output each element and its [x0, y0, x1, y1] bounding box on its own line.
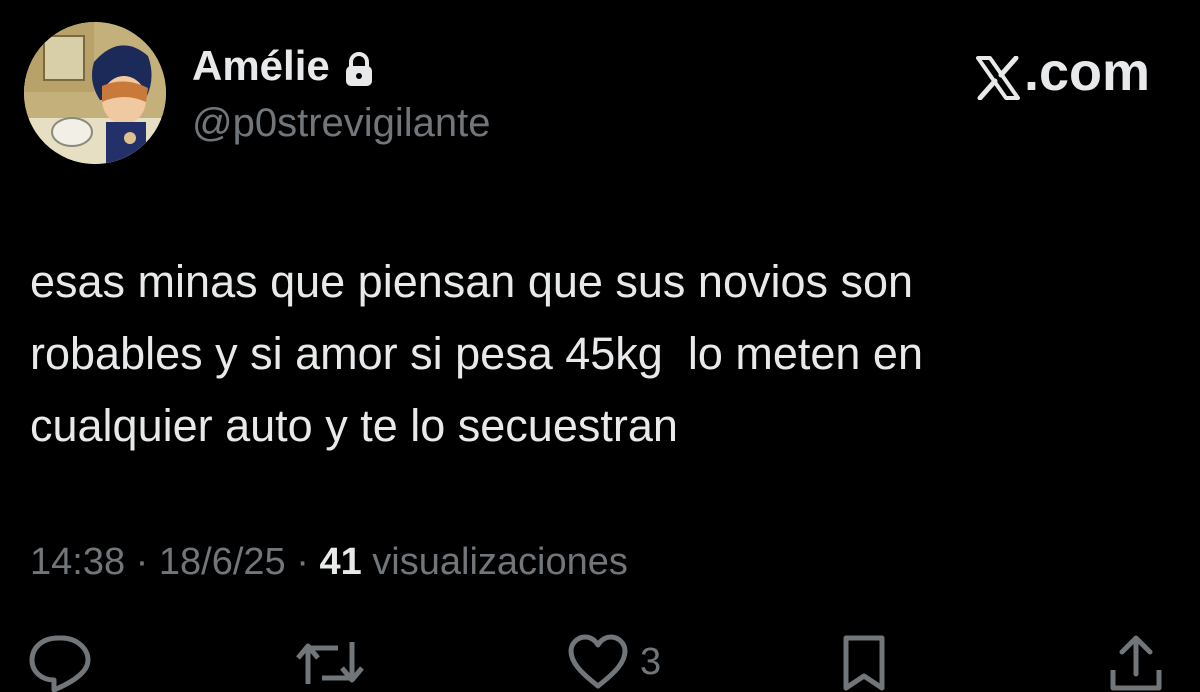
- avatar-image: [24, 22, 166, 164]
- reply-button[interactable]: [28, 634, 92, 692]
- tweet-text-line: cualquier auto y te lo secuestran: [30, 400, 678, 451]
- meta-separator: ·: [125, 541, 159, 583]
- meta-separator: ·: [285, 541, 320, 583]
- views-label: visualizaciones: [361, 541, 628, 583]
- heart-icon: [568, 634, 628, 689]
- tweet-date[interactable]: 18/6/25: [159, 541, 286, 583]
- lock-icon: [344, 48, 374, 86]
- retweet-icon: [296, 642, 364, 684]
- user-handle[interactable]: @p0strevigilante: [192, 98, 491, 148]
- brand-domain: .com: [1023, 42, 1150, 102]
- brand-watermark: .com: [975, 40, 1150, 104]
- tweet-time[interactable]: 14:38: [30, 541, 125, 583]
- like-button[interactable]: 3: [568, 634, 661, 690]
- views-count: 41: [319, 541, 362, 583]
- action-bar: 3: [0, 628, 1200, 692]
- tweet-text: esas minas que piensan que sus novios so…: [30, 246, 1150, 462]
- share-icon: [1110, 635, 1162, 691]
- display-name-text: Amélie: [192, 42, 330, 89]
- bookmark-button[interactable]: [838, 634, 890, 692]
- avatar[interactable]: [24, 22, 166, 164]
- reply-icon: [29, 635, 91, 692]
- bookmark-icon: [843, 635, 885, 691]
- like-count: 3: [640, 640, 662, 683]
- x-logo-icon: [975, 50, 1020, 101]
- tweet-text-line: esas minas que piensan que sus novios so…: [30, 256, 914, 307]
- tweet-text-line: robables y si amor si pesa 45kg lo meten…: [30, 328, 923, 379]
- retweet-button[interactable]: [294, 634, 366, 692]
- display-name[interactable]: Amélie: [192, 40, 374, 92]
- share-button[interactable]: [1108, 634, 1164, 692]
- tweet-meta: 14:38 · 18/6/25 · 41 visualizaciones: [30, 536, 628, 588]
